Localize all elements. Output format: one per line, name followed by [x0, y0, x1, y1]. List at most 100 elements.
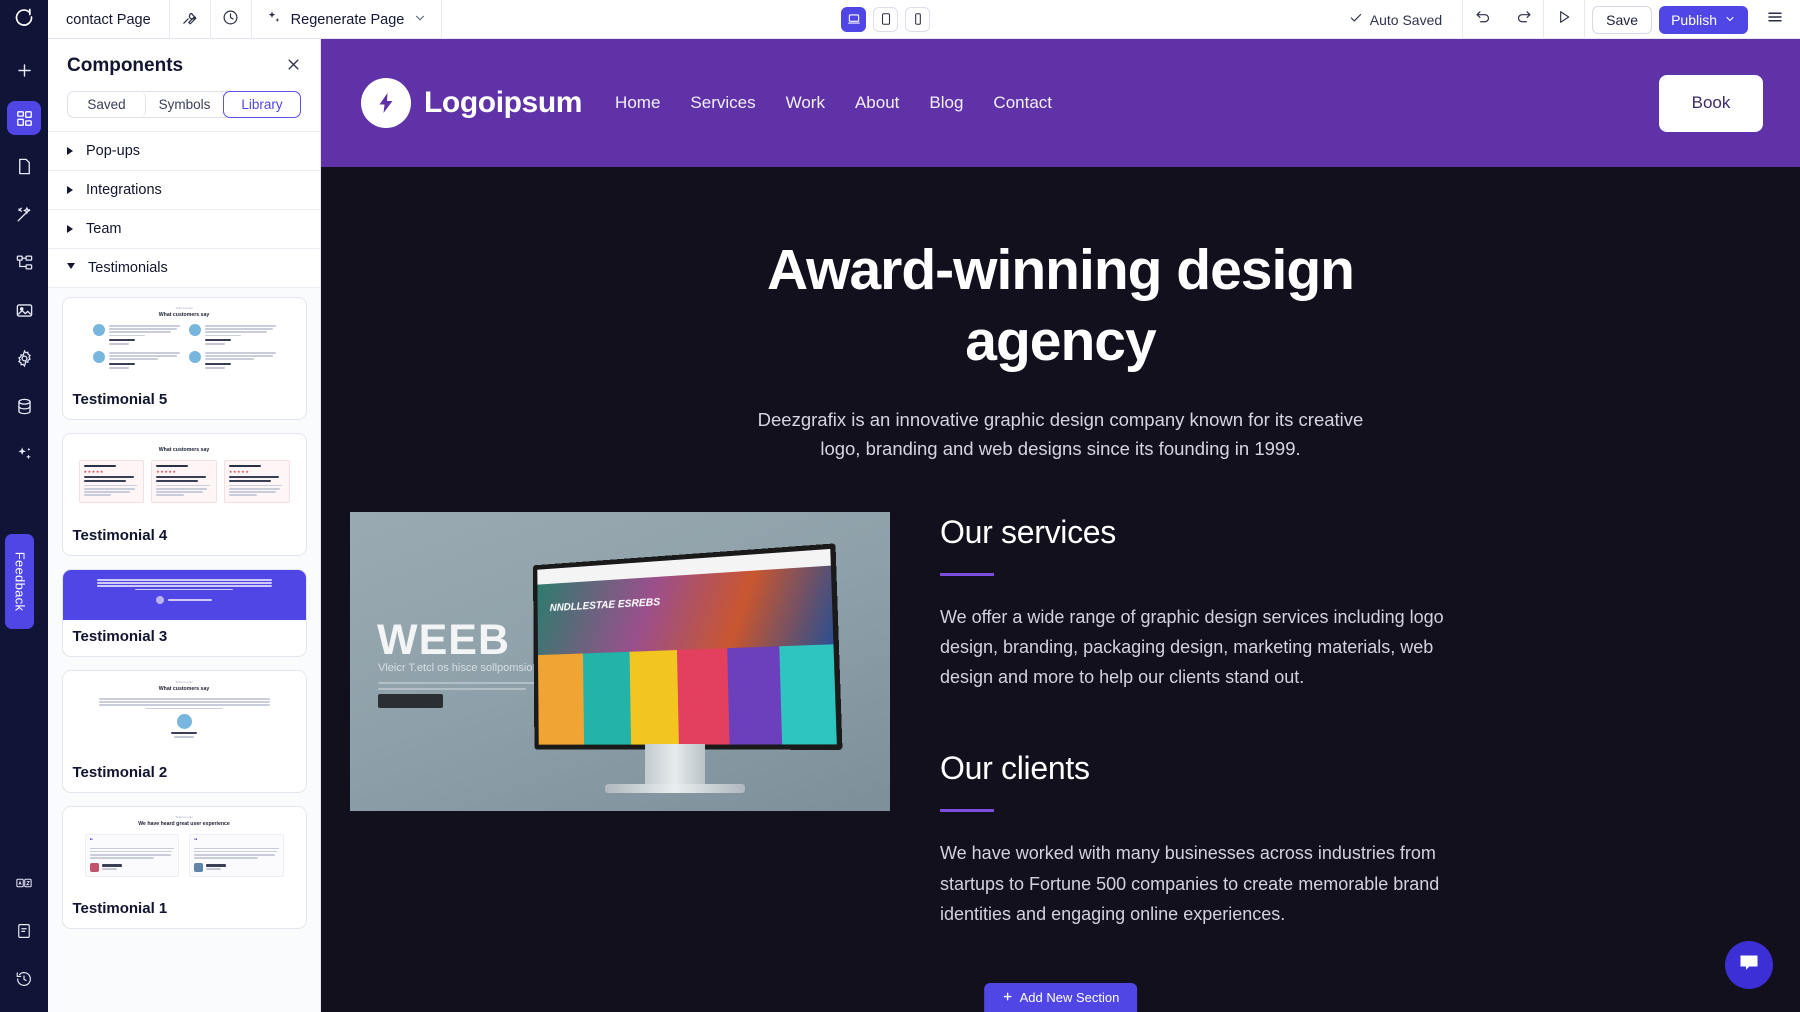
thumb-heading: What customers say	[158, 686, 210, 692]
image-icon	[16, 303, 32, 317]
components-panel: Components Saved Symbols Library Pop-ups…	[48, 39, 321, 1012]
thumb-heading: What customers say	[158, 447, 210, 453]
check-icon	[1349, 11, 1363, 28]
undo-icon	[1475, 9, 1492, 31]
device-desktop-button[interactable]	[841, 6, 867, 32]
site-brand-name: Logoipsum	[424, 86, 583, 119]
component-card-label: Testimonial 1	[72, 900, 168, 917]
tab-symbols[interactable]: Symbols	[146, 92, 224, 117]
page-history-button[interactable]	[211, 0, 252, 39]
page-settings-button[interactable]	[170, 0, 211, 39]
component-card-testimonial-4[interactable]: What customers say ★★★★★ ★★★★★ ★★★★★ Tes…	[61, 433, 307, 556]
mockup-screen: NNDLLESTAE ESREBS	[532, 543, 843, 750]
site-navbar[interactable]: Logoipsum Home Services Work About Blog …	[321, 39, 1800, 167]
sparkles-icon	[17, 446, 31, 459]
add-new-section-label: Add New Section	[1019, 990, 1120, 1005]
autosave-label: Auto Saved	[1369, 11, 1443, 28]
services-block[interactable]: Our services We offer a wide range of gr…	[940, 514, 1485, 693]
accordion-testimonials[interactable]: Testimonials	[48, 248, 320, 287]
main-menu-button[interactable]	[1760, 0, 1800, 39]
accordion-label: Pop-ups	[86, 143, 141, 159]
hero-section[interactable]: Award-winning design agency Deezgrafix i…	[321, 167, 1800, 464]
accordion-team[interactable]: Team	[48, 209, 320, 248]
chat-support-button[interactable]	[1725, 941, 1773, 989]
component-card-label: Testimonial 3	[72, 628, 168, 645]
component-thumbnail: Testimonial What customers say	[62, 298, 306, 383]
component-card-testimonial-1[interactable]: Testimonial We have heard great user exp…	[61, 806, 307, 929]
hamburger-menu-icon	[1766, 8, 1784, 31]
nav-link-contact[interactable]: Contact	[993, 93, 1052, 113]
rail-item-components[interactable]	[7, 101, 41, 135]
add-new-section-button[interactable]: Add New Section	[983, 983, 1138, 1012]
mockup-button	[378, 693, 443, 708]
toolbar-right-group: Auto Saved Save Publish	[1329, 0, 1800, 39]
tab-saved[interactable]: Saved	[68, 92, 146, 117]
imac-website-mockup: WEEB Vleicr T.etcl os hisce sollpomsio x…	[350, 511, 890, 811]
accordion-pop-ups[interactable]: Pop-ups	[48, 131, 320, 170]
clients-block[interactable]: Our clients We have worked with many bus…	[940, 750, 1485, 929]
nav-link-home[interactable]: Home	[615, 93, 660, 113]
rail-item-database[interactable]	[7, 389, 41, 423]
lightning-bolt-icon	[361, 78, 411, 128]
rail-item-design[interactable]	[7, 197, 41, 231]
component-card-testimonial-5[interactable]: Testimonial What customers say Testimoni…	[61, 297, 307, 420]
chevron-down-icon[interactable]	[413, 11, 427, 29]
device-toggle-group	[841, 0, 931, 38]
rail-item-settings[interactable]	[7, 341, 41, 375]
preview-button[interactable]	[1544, 0, 1584, 39]
rail-item-translate[interactable]	[7, 866, 41, 900]
site-brand[interactable]: Logoipsum	[361, 78, 582, 128]
page-name-label[interactable]: contact Page	[48, 0, 170, 39]
sitemap-icon	[16, 255, 32, 269]
rail-item-ai[interactable]	[7, 437, 41, 471]
gear-icon	[17, 349, 31, 367]
accordion-integrations[interactable]: Integrations	[48, 170, 320, 209]
redo-button[interactable]	[1503, 0, 1543, 39]
mockup-image-wrapper[interactable]: WEEB Vleicr T.etcl os hisce sollpomsio x…	[350, 511, 890, 929]
page-canvas[interactable]: Logoipsum Home Services Work About Blog …	[321, 39, 1800, 1012]
clients-heading: Our clients	[940, 750, 1090, 787]
undo-button[interactable]	[1463, 0, 1503, 39]
regenerate-page-button[interactable]: Regenerate Page	[252, 0, 443, 39]
testimonials-list[interactable]: Testimonial What customers say Testimoni…	[48, 287, 320, 1012]
wrench-icon	[181, 9, 198, 31]
rail-item-docs[interactable]	[7, 914, 41, 948]
rail-item-layers[interactable]	[7, 245, 41, 279]
book-cta-button[interactable]: Book	[1659, 74, 1763, 132]
mockup-word: WEEB	[377, 615, 510, 664]
device-mobile-button[interactable]	[905, 6, 931, 32]
publish-button[interactable]: Publish	[1659, 5, 1748, 34]
chevron-right-icon	[67, 225, 73, 233]
nav-link-blog[interactable]: Blog	[929, 93, 963, 113]
app-logo-button[interactable]	[0, 0, 48, 39]
component-card-testimonial-2[interactable]: Testimonial What customers say Testimoni…	[61, 670, 307, 793]
component-card-label: Testimonial 2	[72, 764, 168, 781]
component-card-label: Testimonial 4	[72, 527, 168, 544]
close-icon[interactable]	[286, 57, 301, 75]
autosave-status: Auto Saved	[1329, 11, 1462, 28]
site-nav-links: Home Services Work About Blog Contact	[615, 93, 1052, 113]
services-body: We offer a wide range of graphic design …	[940, 606, 1444, 688]
rail-item-version-history[interactable]	[7, 962, 41, 996]
feedback-label: Feedback	[12, 551, 27, 612]
save-button[interactable]: Save	[1592, 5, 1653, 34]
device-tablet-button[interactable]	[873, 6, 899, 32]
nav-link-about[interactable]: About	[855, 93, 899, 113]
feedback-button[interactable]: Feedback	[5, 534, 34, 629]
component-card-label: Testimonial 5	[72, 391, 168, 408]
services-heading: Our services	[940, 513, 1116, 550]
chat-bubble-icon	[1737, 951, 1761, 980]
mockup-subtext: Vleicr T.etcl os hisce sollpomsio x.	[378, 661, 545, 674]
nav-link-services[interactable]: Services	[690, 93, 755, 113]
nav-link-work[interactable]: Work	[786, 93, 825, 113]
toolbar-spacer-left	[442, 0, 841, 38]
rail-item-add[interactable]	[7, 53, 41, 87]
component-card-testimonial-3[interactable]: Testimonial 3	[61, 569, 307, 657]
rail-item-media[interactable]	[7, 293, 41, 327]
clock-history-icon	[222, 9, 239, 31]
play-preview-icon	[1556, 9, 1572, 30]
tab-library[interactable]: Library	[223, 91, 301, 118]
mockup-stand-base	[605, 783, 745, 793]
grid-blocks-icon	[16, 110, 32, 126]
rail-item-pages[interactable]	[7, 149, 41, 183]
